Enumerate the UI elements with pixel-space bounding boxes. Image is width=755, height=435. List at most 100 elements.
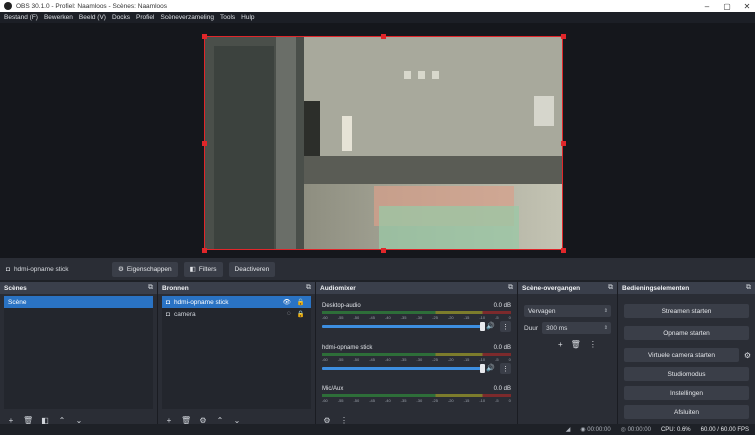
transition-buttons: + 🗑 ⋮ (558, 340, 597, 349)
volume-meter (322, 311, 511, 314)
audio-mixer-dock: Audiomixer ⧉ Desktop-audio 0.0 dB -60 -55… (316, 282, 518, 435)
speaker-icon[interactable]: 🔊 (486, 364, 495, 372)
exit-button[interactable]: Afsluiten (624, 405, 749, 419)
scene-item[interactable]: Scène (4, 296, 153, 308)
properties-button[interactable]: ⚙ Eigenschappen (112, 261, 178, 277)
controls-title: Bedieningselementen (622, 284, 690, 292)
lock-icon[interactable]: 🔒 (297, 298, 305, 306)
menu-docks[interactable]: Docks (112, 14, 130, 21)
start-virtual-camera-button[interactable]: Virtuele camera starten (624, 348, 739, 362)
transition-select[interactable]: Vervagen ⇕ (524, 305, 611, 317)
filters-button[interactable]: ◧ Filters (183, 261, 223, 277)
menu-tools[interactable]: Tools (220, 14, 235, 21)
record-status: ◎ 00:00:00 (621, 426, 651, 433)
menu-scene-collection[interactable]: Scèneverzameling (160, 14, 213, 21)
camera-icon: ◘ (6, 265, 10, 273)
undock-icon[interactable]: ⧉ (148, 284, 153, 292)
slider-handle[interactable] (480, 322, 485, 331)
trash-icon[interactable]: 🗑 (571, 340, 581, 349)
channel-db: 0.0 dB (493, 303, 511, 309)
meter-scale: -60 -55 -50 -45 -40 -35 -30 -25 -20 -15 -10 -5 0 (322, 398, 511, 403)
volume-slider[interactable]: 🔊 ⋮ (322, 363, 511, 374)
source-selection-box[interactable] (204, 36, 563, 250)
resize-handle-top[interactable] (381, 34, 386, 39)
duration-row: Duur 300 ms ⇕ (524, 322, 611, 334)
slider-handle[interactable] (480, 364, 485, 373)
stream-time: 00:00:00 (587, 427, 611, 433)
menu-view[interactable]: Beeld (V) (79, 14, 106, 21)
scenes-title: Scènes (4, 284, 27, 292)
channel-menu-icon[interactable]: ⋮ (500, 321, 511, 332)
channel-menu-icon[interactable]: ⋮ (500, 363, 511, 374)
start-streaming-button[interactable]: Streamen starten (624, 304, 749, 318)
speaker-icon[interactable]: 🔊 (486, 322, 495, 330)
selected-source: ◘ hdmi-opname stick (6, 266, 106, 273)
window-title: OBS 30.1.0 - Profiel: Naamloos - Scènes:… (16, 2, 168, 10)
undock-icon[interactable]: ⧉ (306, 284, 311, 292)
selected-source-name: hdmi-opname stick (13, 265, 69, 273)
add-transition-icon[interactable]: + (558, 340, 563, 349)
obs-logo-icon (4, 2, 12, 10)
volume-meter (322, 353, 511, 356)
undock-icon[interactable]: ⧉ (746, 284, 751, 292)
obs-window: OBS 30.1.0 - Profiel: Naamloos - Scènes:… (0, 0, 755, 435)
eye-hidden-icon[interactable]: ◌ (287, 310, 291, 318)
sources-list[interactable]: ◘ hdmi-opname stick 👁 🔒 ◘ camera ◌ 🔒 (162, 296, 311, 409)
record-time: 00:00:00 (627, 427, 651, 433)
resize-handle-left[interactable] (202, 141, 207, 146)
source-item[interactable]: ◘ camera ◌ 🔒 (162, 308, 311, 320)
controls-header: Bedieningselementen ⧉ (618, 282, 755, 294)
spin-arrows-icon: ⇕ (603, 325, 608, 331)
fps-readout: 60.00 / 60.00 FPS (700, 426, 749, 433)
settings-button[interactable]: Instellingen (624, 386, 749, 400)
minimize-button[interactable]: – (697, 0, 717, 12)
transition-value: Vervagen (528, 307, 556, 315)
maximize-button[interactable]: ▢ (717, 0, 737, 12)
record-icon: ◎ (620, 427, 626, 433)
scenes-list[interactable]: Scène (4, 296, 153, 409)
transition-menu-icon[interactable]: ⋮ (589, 340, 597, 349)
scene-transitions-dock: Scène-overgangen ⧉ Vervagen ⇕ Duur 300 m… (518, 282, 618, 435)
resize-handle-bottom-left[interactable] (202, 248, 207, 253)
volume-slider[interactable]: 🔊 ⋮ (322, 321, 511, 332)
source-item[interactable]: ◘ hdmi-opname stick 👁 🔒 (162, 296, 311, 308)
undock-icon[interactable]: ⧉ (508, 284, 513, 292)
close-button[interactable]: ✕ (737, 0, 755, 12)
scenes-header: Scènes ⧉ (0, 282, 157, 294)
cpu-usage: CPU: 0.6% (660, 426, 691, 433)
lock-icon[interactable]: 🔒 (297, 310, 305, 318)
menu-bar: Bestand (F) Bewerken Beeld (V) Docks Pro… (0, 12, 755, 23)
resize-handle-bottom-right[interactable] (561, 248, 566, 253)
sources-dock: Bronnen ⧉ ◘ hdmi-opname stick 👁 🔒 ◘ came… (158, 282, 316, 435)
undock-icon[interactable]: ⧉ (608, 284, 613, 292)
transitions-title: Scène-overgangen (522, 284, 581, 292)
channel-name: Desktop-audio (322, 303, 361, 309)
menu-edit[interactable]: Bewerken (44, 14, 73, 21)
scenes-dock: Scènes ⧉ Scène + 🗑 ◧ ⌃ ⌄ (0, 282, 158, 435)
stream-icon: ◉ (580, 427, 586, 433)
gear-icon: ⚙ (118, 266, 124, 273)
resize-handle-top-left[interactable] (202, 34, 207, 39)
menu-profile[interactable]: Profiel (136, 14, 154, 21)
eye-icon[interactable]: 👁 (283, 298, 291, 306)
meter-scale: -60 -55 -50 -45 -40 -35 -30 -25 -20 -15 -10 -5 0 (322, 315, 511, 320)
network-icon: ◢ (565, 427, 571, 433)
duration-spinbox[interactable]: 300 ms ⇕ (542, 322, 611, 334)
source-name: camera (173, 310, 196, 318)
deactivate-button[interactable]: Deactiveren (228, 261, 276, 277)
camera-icon: ◘ (166, 298, 170, 306)
start-recording-button[interactable]: Opname starten (624, 326, 749, 340)
mixer-channel: Desktop-audio 0.0 dB -60 -55 -50 -45 -40 -35-… (322, 303, 511, 332)
mixer-channel: hdmi-opname stick 0.0 dB -60 -55 -50 -45 -40… (322, 345, 511, 374)
resize-handle-right[interactable] (561, 141, 566, 146)
volume-meter (322, 394, 511, 397)
menu-file[interactable]: Bestand (F) (4, 14, 38, 21)
resize-handle-bottom[interactable] (381, 248, 386, 253)
studio-mode-button[interactable]: Studiomodus (624, 367, 749, 381)
mixer-channel: Mic/Aux 0.0 dB -60 -55 -50 -45 -40 -35 -30 -25-… (322, 386, 511, 403)
status-bar: ◢ ◉ 00:00:00 ◎ 00:00:00 CPU: 0.6% 60.00 … (0, 424, 755, 435)
menu-help[interactable]: Hulp (241, 14, 254, 21)
virtual-camera-gear-icon[interactable]: ⚙ (742, 348, 753, 362)
transitions-header: Scène-overgangen ⧉ (518, 282, 617, 294)
resize-handle-top-right[interactable] (561, 34, 566, 39)
